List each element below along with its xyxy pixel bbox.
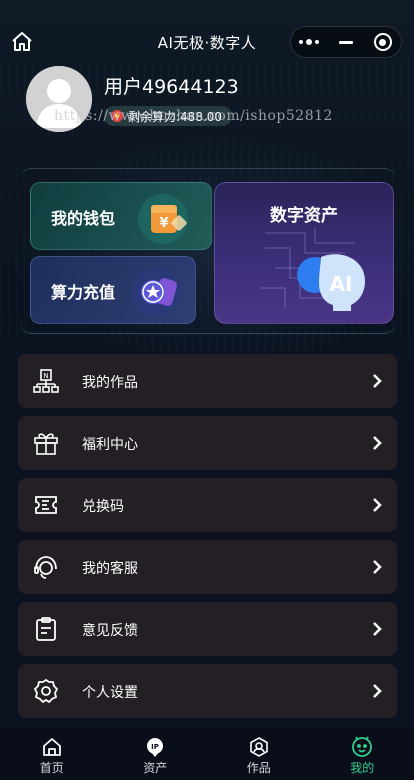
username: 用户49644123	[104, 76, 239, 98]
minimize-icon	[339, 40, 353, 44]
navigation-bar: AI无极·数字人	[0, 20, 414, 64]
asset-glyph: AI	[330, 272, 353, 296]
minimize-button[interactable]	[328, 27, 365, 57]
chevron-right-icon	[373, 560, 382, 574]
menu-item-welfare[interactable]: 福利中心	[18, 416, 397, 470]
close-button[interactable]	[364, 27, 401, 57]
menu-label: 意见反馈	[82, 623, 138, 639]
tab-works[interactable]: 作品	[207, 728, 311, 780]
menu-item-support[interactable]: 我的客服	[18, 540, 397, 594]
more-icon	[299, 39, 320, 45]
tab-assets[interactable]: IP 资产	[104, 728, 208, 780]
settings-icon	[33, 678, 59, 704]
works-icon: N	[33, 369, 59, 393]
menu-label: 我的客服	[82, 561, 138, 577]
digital-asset-card[interactable]: 数字资产 AI	[214, 182, 394, 324]
chevron-right-icon	[373, 622, 382, 636]
recharge-label: 算力充值	[51, 283, 116, 302]
more-button[interactable]	[291, 27, 328, 57]
wallet-glyph: ¥	[159, 216, 168, 231]
recharge-icon	[132, 268, 180, 316]
ai-head-icon: AI	[297, 254, 365, 311]
wallet-card[interactable]: 我的钱包 ¥	[30, 182, 212, 250]
wallet-label: 我的钱包	[51, 209, 116, 228]
asset-icon: IP	[147, 738, 164, 757]
menu-item-redeem[interactable]: 兑换码	[18, 478, 397, 532]
tab-mine[interactable]: 我的	[311, 728, 414, 780]
menu-item-works[interactable]: N 我的作品	[18, 354, 397, 408]
mini-program-capsule	[290, 26, 402, 58]
wallet-icon: ¥	[138, 194, 188, 244]
menu-label: 我的作品	[82, 375, 138, 391]
chevron-right-icon	[373, 374, 382, 388]
tab-label: 我的	[350, 761, 375, 775]
chevron-right-icon	[373, 684, 382, 698]
tab-label: 首页	[39, 761, 64, 775]
menu-label: 福利中心	[82, 437, 138, 453]
menu-item-feedback[interactable]: 意见反馈	[18, 602, 397, 656]
tab-bar: 首页 IP 资产 作品 我的	[0, 728, 414, 780]
feedback-icon	[36, 617, 56, 641]
support-icon	[34, 556, 57, 579]
chevron-right-icon	[373, 436, 382, 450]
tab-home[interactable]: 首页	[0, 728, 104, 780]
gift-icon	[34, 433, 58, 455]
tab-label: 作品	[246, 761, 271, 775]
close-target-icon	[373, 33, 392, 51]
menu-label: 兑换码	[82, 499, 124, 515]
tab-label: 资产	[143, 761, 168, 775]
menu-label: 个人设置	[82, 685, 138, 701]
recharge-card[interactable]: 算力充值	[30, 256, 196, 324]
home-icon	[42, 738, 61, 756]
watermark: https://www.huzhan.com/ishop52812	[54, 108, 333, 124]
works-icon	[249, 737, 268, 757]
profile-icon	[352, 736, 373, 757]
ticket-icon	[35, 496, 57, 514]
menu-item-settings[interactable]: 个人设置	[18, 664, 397, 718]
svg-text:N: N	[43, 372, 48, 380]
page-title: AI无极·数字人	[157, 33, 257, 52]
chevron-right-icon	[373, 498, 382, 512]
home-icon[interactable]	[10, 30, 34, 54]
svg-text:IP: IP	[151, 743, 159, 751]
